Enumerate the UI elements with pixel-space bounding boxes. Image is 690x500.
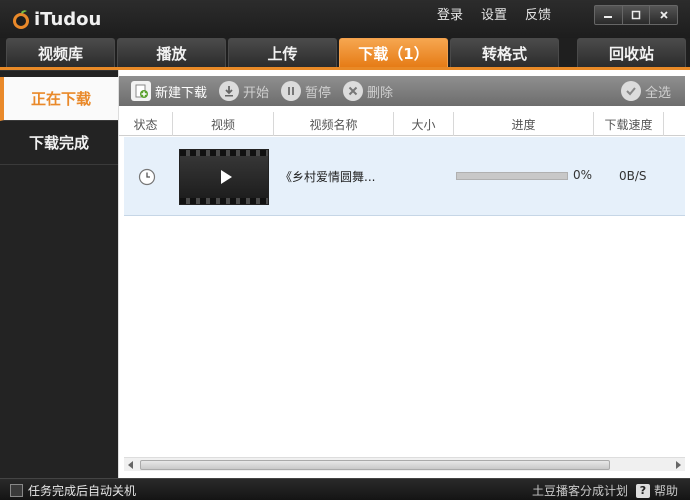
- video-title: 《乡村爱情圆舞...: [280, 170, 376, 184]
- help-link[interactable]: 帮助: [654, 482, 678, 499]
- scroll-right-icon[interactable]: [676, 461, 681, 469]
- col-status[interactable]: 状态: [119, 112, 173, 136]
- progress-percent: 0%: [573, 168, 593, 182]
- play-icon: [221, 170, 232, 184]
- auto-shutdown-label: 任务完成后自动关机: [28, 484, 137, 498]
- clock-icon: [138, 168, 156, 186]
- new-download-button[interactable]: 新建下载: [131, 76, 207, 106]
- col-speed[interactable]: 下载速度: [594, 112, 664, 136]
- col-size[interactable]: 大小: [394, 112, 454, 136]
- tab-recycle-bin[interactable]: 回收站: [577, 38, 686, 68]
- potato-logo-icon: [10, 8, 32, 30]
- maximize-button[interactable]: [623, 6, 651, 24]
- maximize-icon: [631, 10, 641, 20]
- select-all-label: 全选: [644, 85, 671, 101]
- sidebar-item-completed[interactable]: 下载完成: [0, 121, 118, 165]
- tab-download[interactable]: 下载（1）: [339, 38, 448, 68]
- itudou-window: iTudou 登录 设置 反馈 视频库 播放 上传 下载（1） 转格式 回收站: [0, 0, 690, 500]
- film-strip-bottom: [180, 198, 268, 204]
- tab-upload[interactable]: 上传: [228, 38, 337, 68]
- close-icon: [660, 11, 668, 19]
- col-video[interactable]: 视频: [173, 112, 274, 136]
- minimize-icon: [604, 16, 613, 18]
- progress-bar: [456, 172, 568, 180]
- logo-text: iTudou: [34, 8, 102, 30]
- close-button[interactable]: [650, 6, 677, 24]
- sidebar: 正在下载 下载完成: [0, 70, 118, 478]
- window-controls: [594, 5, 678, 25]
- delete-label: 删除: [367, 85, 394, 101]
- scrollbar-thumb[interactable]: [140, 460, 610, 470]
- sidebar-item-downloading[interactable]: 正在下载: [0, 77, 118, 121]
- horizontal-scrollbar[interactable]: [124, 457, 685, 471]
- app-logo: iTudou: [10, 6, 101, 32]
- download-speed: 0B/S: [619, 169, 647, 183]
- pause-button[interactable]: 暂停: [281, 76, 331, 106]
- delete-icon: [343, 81, 364, 101]
- settings-link[interactable]: 设置: [472, 7, 516, 25]
- auto-shutdown-option: 任务完成后自动关机: [10, 482, 136, 499]
- col-progress[interactable]: 进度: [454, 112, 594, 136]
- table-row[interactable]: 《乡村爱情圆舞... 0% 0B/S: [124, 137, 685, 216]
- status-right: 土豆播客分成计划 ? 帮助: [532, 482, 678, 499]
- table-header: 状态 视频 视频名称 大小 进度 下载速度: [119, 112, 685, 136]
- download-panel: 新建下载 开始 暂停 删除 全选 状态 视频 视频名称 大小 进度 下载速度 《…: [118, 70, 690, 478]
- tab-play[interactable]: 播放: [117, 38, 226, 68]
- help-icon[interactable]: ?: [635, 483, 650, 498]
- start-button[interactable]: 开始: [219, 76, 269, 106]
- status-bar: 任务完成后自动关机 土豆播客分成计划 ? 帮助: [0, 478, 690, 500]
- film-strip-top: [180, 150, 268, 156]
- select-all-button[interactable]: 全选: [620, 76, 671, 106]
- start-download-icon: [219, 81, 240, 101]
- login-link[interactable]: 登录: [428, 7, 472, 25]
- tab-convert[interactable]: 转格式: [450, 38, 559, 68]
- tab-video-library[interactable]: 视频库: [6, 38, 115, 68]
- col-overflow: [664, 112, 685, 136]
- new-download-label: 新建下载: [155, 85, 208, 101]
- feedback-link[interactable]: 反馈: [516, 7, 560, 25]
- title-bar: iTudou 登录 设置 反馈: [0, 0, 690, 38]
- promo-link[interactable]: 土豆播客分成计划: [532, 482, 628, 499]
- checkmark-icon: [620, 81, 641, 101]
- minimize-button[interactable]: [595, 6, 623, 24]
- pause-icon: [281, 81, 302, 101]
- scroll-left-icon[interactable]: [128, 461, 133, 469]
- auto-shutdown-checkbox[interactable]: [10, 484, 23, 497]
- new-download-icon: [131, 81, 151, 101]
- main-tabs: 视频库 播放 上传 下载（1） 转格式 回收站: [6, 38, 690, 68]
- pause-label: 暂停: [305, 85, 332, 101]
- video-thumbnail[interactable]: [179, 149, 269, 205]
- toolbar: 新建下载 开始 暂停 删除 全选: [119, 76, 685, 106]
- col-title[interactable]: 视频名称: [274, 112, 394, 136]
- top-links: 登录 设置 反馈: [428, 7, 560, 25]
- delete-button[interactable]: 删除: [343, 76, 393, 106]
- start-label: 开始: [243, 85, 270, 101]
